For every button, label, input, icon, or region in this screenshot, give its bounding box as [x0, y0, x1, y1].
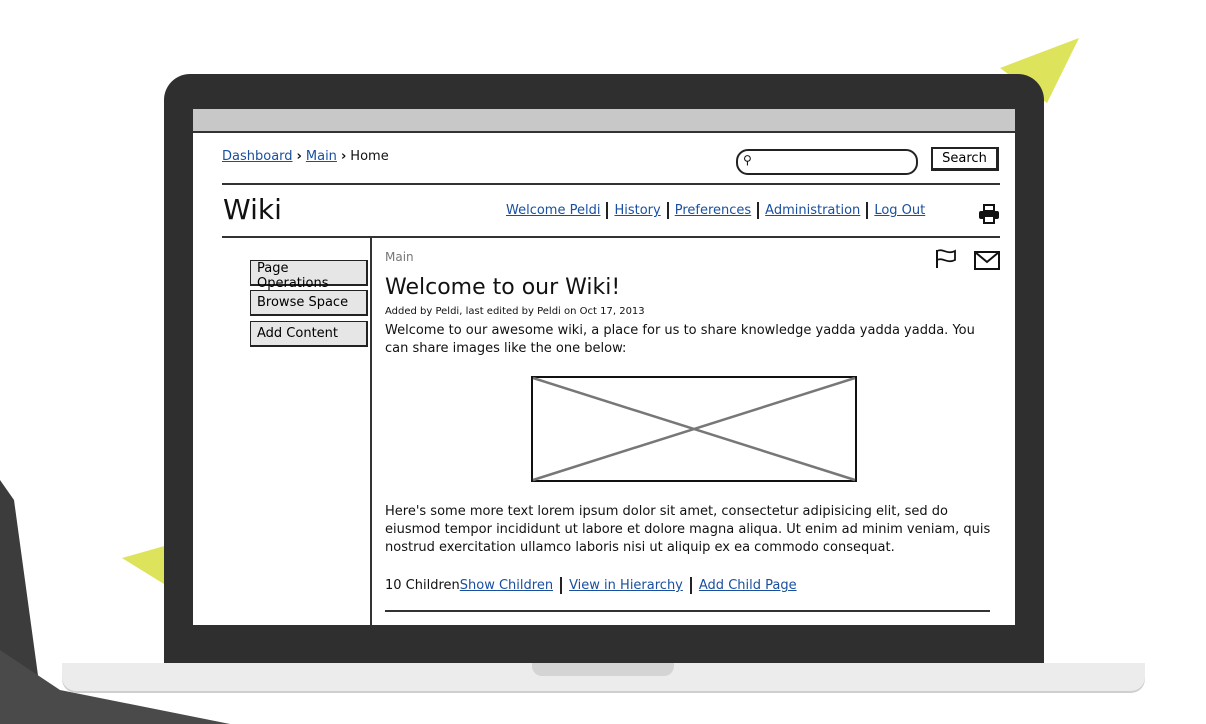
laptop-notch [532, 663, 674, 676]
preferences-link[interactable]: Preferences [675, 203, 751, 218]
search-icon: ⚲ [743, 153, 752, 167]
breadcrumb-main[interactable]: Main [306, 149, 337, 164]
search-input[interactable] [760, 153, 912, 171]
page-operations-button[interactable]: Page Operations [250, 260, 368, 291]
children-count: 10 Children [385, 578, 460, 593]
chevron-right-icon: › [296, 149, 302, 164]
welcome-user-link[interactable]: Welcome Peldi [506, 203, 600, 218]
flag-icon[interactable] [935, 249, 957, 269]
nav-separator [757, 202, 760, 219]
printer-icon[interactable] [978, 203, 1000, 225]
view-hierarchy-link[interactable]: View in Hierarchy [569, 578, 683, 593]
chevron-right-icon: › [340, 149, 347, 164]
search-box[interactable]: ⚲ [736, 149, 918, 175]
show-children-link[interactable]: Show Children [460, 578, 553, 593]
nav-separator [689, 577, 692, 594]
history-link[interactable]: History [614, 203, 660, 218]
nav-separator [666, 202, 669, 219]
image-placeholder [531, 376, 857, 482]
administration-link[interactable]: Administration [765, 203, 860, 218]
browse-space-button[interactable]: Browse Space [250, 290, 368, 316]
intro-paragraph: Welcome to our awesome wiki, a place for… [385, 323, 975, 356]
sidebar-divider [370, 236, 372, 625]
children-row: 10 ChildrenShow Children View in Hierarch… [385, 577, 797, 594]
header-divider [222, 183, 1000, 185]
body-paragraph: Here's some more text lorem ipsum dolor … [385, 504, 991, 555]
page-metadata: Added by Peldi, last edited by Peldi on … [385, 306, 645, 317]
space-label: Main [385, 250, 414, 264]
wiki-title: Wiki [223, 193, 282, 226]
user-nav: Welcome Peldi History Preferences Administr… [506, 202, 925, 219]
add-child-page-link[interactable]: Add Child Page [699, 578, 797, 593]
breadcrumb-dashboard[interactable]: Dashboard [222, 149, 293, 164]
nav-separator [606, 202, 609, 219]
content-divider [222, 236, 1000, 238]
search-button[interactable]: Search [931, 147, 999, 171]
add-content-button[interactable]: Add Content [250, 321, 368, 347]
footer-divider [385, 610, 990, 612]
page-title: Welcome to our Wiki! [385, 275, 621, 300]
nav-separator [866, 202, 869, 219]
log-out-link[interactable]: Log Out [874, 203, 925, 218]
breadcrumb-home: Home [350, 149, 389, 164]
laptop-screen: Dashboard › Main › Home ⚲ Search Wiki Welcom… [193, 109, 1015, 625]
browser-top-bar [193, 109, 1015, 133]
nav-separator [560, 577, 563, 594]
breadcrumb: Dashboard › Main › Home [222, 149, 389, 164]
mail-icon[interactable] [974, 251, 1000, 270]
